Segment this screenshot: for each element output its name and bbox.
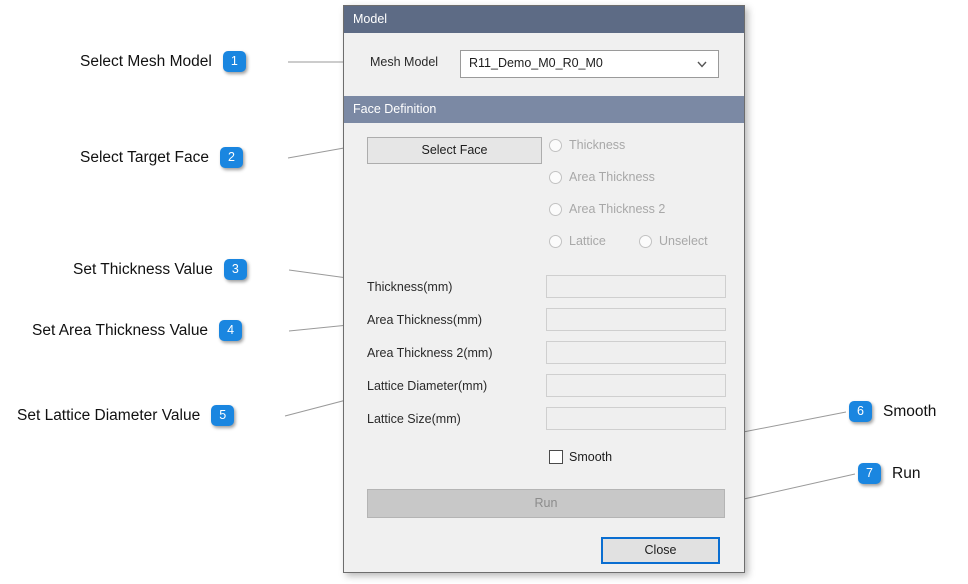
area-thickness-input[interactable] (546, 308, 726, 331)
radio-unselect[interactable]: Unselect (639, 234, 708, 248)
section-header-face-definition: Face Definition (344, 96, 744, 123)
lattice-size-input[interactable] (546, 407, 726, 430)
thickness-input[interactable] (546, 275, 726, 298)
callout-label: Smooth (883, 402, 937, 420)
callout-4: Set Area Thickness Value 4 (32, 320, 243, 341)
callout-3: Set Thickness Value 3 (73, 259, 247, 280)
radio-label: Area Thickness (569, 170, 655, 184)
callout-badge: 6 (849, 401, 872, 422)
radio-area-thickness[interactable]: Area Thickness (549, 170, 655, 184)
radio-label: Lattice (569, 234, 606, 248)
callout-5: Set Lattice Diameter Value 5 (17, 405, 235, 426)
callout-label: Select Mesh Model (80, 52, 212, 70)
radio-circle-icon (549, 138, 562, 152)
callout-1: Select Mesh Model 1 (80, 51, 246, 72)
mesh-model-label: Mesh Model (370, 55, 439, 69)
lattice-diameter-label: Lattice Diameter(mm) (367, 379, 488, 393)
radio-label: Unselect (659, 234, 708, 248)
leader-line-7 (725, 473, 856, 504)
mesh-model-value: R11_Demo_M0_R0_M0 (469, 56, 603, 70)
callout-6: 6 Smooth (849, 401, 936, 422)
radio-label: Area Thickness 2 (569, 202, 666, 216)
select-face-button[interactable]: Select Face (367, 137, 542, 164)
thickness-label: Thickness(mm) (367, 280, 453, 294)
callout-7: 7 Run (858, 463, 920, 484)
callout-badge: 5 (211, 405, 235, 426)
callout-label: Run (892, 464, 921, 482)
callout-label: Select Target Face (80, 148, 209, 166)
area-thickness-label: Area Thickness(mm) (367, 313, 483, 327)
section-header-model: Model (344, 6, 744, 33)
lattice-diameter-input[interactable] (546, 374, 726, 397)
lattice-size-label: Lattice Size(mm) (367, 412, 461, 426)
mesh-model-dropdown[interactable]: R11_Demo_M0_R0_M0 (460, 50, 719, 78)
smooth-checkbox-label: Smooth (569, 450, 613, 464)
model-panel: Mesh Model R11_Demo_M0_R0_M0 (344, 33, 744, 96)
screenshot-root: Model Mesh Model R11_Demo_M0_R0_M0 Face … (0, 0, 968, 584)
mesh-thickness-dialog: Model Mesh Model R11_Demo_M0_R0_M0 Face … (343, 5, 745, 573)
callout-label: Set Area Thickness Value (32, 321, 209, 339)
radio-circle-icon (549, 202, 562, 216)
radio-lattice[interactable]: Lattice (549, 234, 606, 248)
checkbox-icon (549, 450, 563, 464)
radio-circle-icon (549, 170, 562, 184)
callout-label: Set Thickness Value (73, 260, 213, 278)
face-definition-panel: Select Face Thickness Area Thickness Are… (344, 123, 744, 570)
callout-2: Select Target Face 2 (80, 147, 243, 168)
callout-badge: 2 (219, 147, 243, 168)
run-button[interactable]: Run (367, 489, 725, 518)
callout-badge: 4 (219, 320, 243, 341)
area-thickness-2-label: Area Thickness 2(mm) (367, 346, 493, 360)
radio-circle-icon (549, 234, 562, 248)
radio-area-thickness-2[interactable]: Area Thickness 2 (549, 202, 665, 216)
area-thickness-2-input[interactable] (546, 341, 726, 364)
radio-circle-icon (639, 234, 652, 248)
callout-badge: 1 (222, 51, 246, 72)
callout-badge: 3 (223, 259, 247, 280)
smooth-checkbox[interactable]: Smooth (549, 450, 612, 464)
radio-thickness[interactable]: Thickness (549, 138, 625, 152)
close-button[interactable]: Close (601, 537, 720, 564)
chevron-down-icon (697, 61, 707, 68)
callout-badge: 7 (858, 463, 881, 484)
callout-label: Set Lattice Diameter Value (17, 406, 201, 424)
radio-label: Thickness (569, 138, 626, 152)
